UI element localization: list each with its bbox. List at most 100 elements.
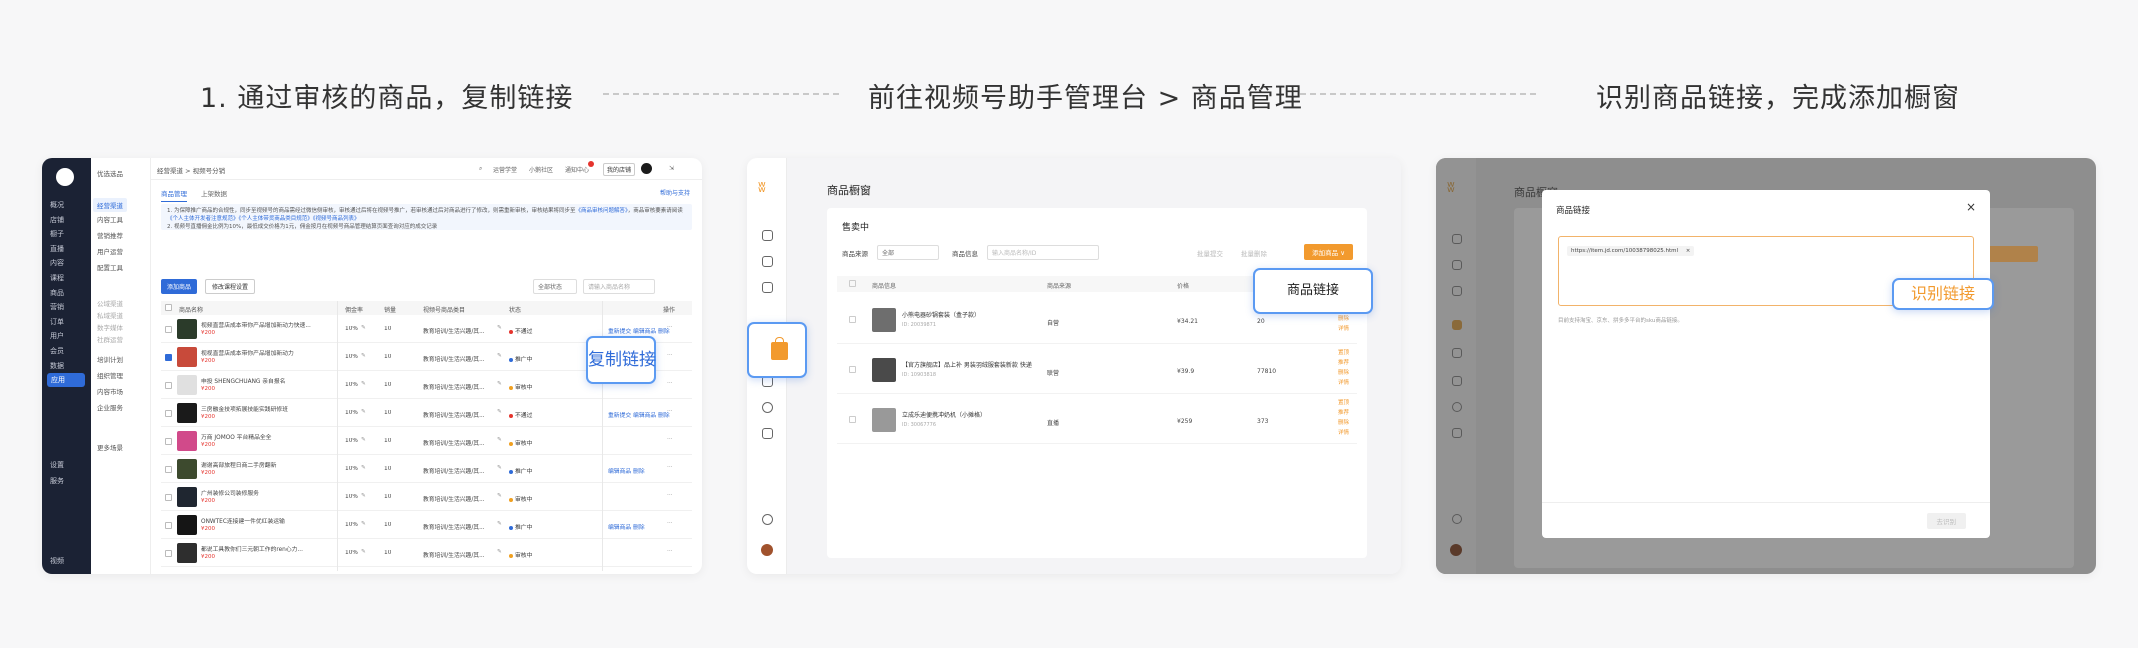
row-checkbox[interactable] (849, 366, 856, 373)
row-action-link[interactable]: 推荐 (1338, 408, 1349, 418)
row-actions[interactable]: 编辑商品 删除 (608, 466, 645, 475)
row-checkbox[interactable] (165, 410, 172, 417)
row-checkbox[interactable] (165, 550, 172, 557)
edit-icon[interactable]: ✎ (497, 521, 502, 527)
topbar-notice-link[interactable]: 通知中心 (565, 165, 589, 174)
more-icon[interactable]: ··· (667, 465, 673, 471)
sub-nav-item[interactable]: 组织管理 (97, 370, 123, 380)
sub-nav-item[interactable]: 内容市场 (97, 386, 123, 396)
recognize-button[interactable]: 去识别 (1926, 513, 1966, 529)
edit-icon[interactable]: ✎ (497, 381, 502, 387)
my-shop-button[interactable]: 我的店铺 (603, 163, 636, 176)
notice-link-4[interactable]: 《视频号商品列表》 (313, 216, 360, 222)
cloud-icon[interactable] (762, 428, 773, 439)
dark-nav-item[interactable]: 营销 (42, 300, 91, 314)
dark-nav-item[interactable]: 设置 (42, 458, 91, 472)
sub-nav-item[interactable]: 优选选品 (97, 168, 123, 178)
sub-nav-item[interactable]: 私域渠道 (97, 310, 123, 320)
topbar-community-link[interactable]: 小鹅社区 (529, 165, 553, 174)
row-action-link[interactable]: 详情 (1338, 378, 1349, 388)
table-row[interactable]: 都说工具教你们三元朝工作的ren心力... ¥200 10% ✎ 10 教育培训/生活兴趣… (161, 539, 692, 567)
sub-nav-item[interactable]: 经营渠道 (93, 198, 127, 212)
row-checkbox[interactable] (165, 494, 172, 501)
edit-icon[interactable]: ✎ (497, 353, 502, 359)
batch-settings-button[interactable]: 修改课程设置 (205, 279, 256, 294)
row-actions[interactable]: 编辑商品 删除 (608, 522, 645, 531)
edit-icon[interactable]: ✎ (361, 437, 366, 443)
table-row[interactable]: ONWTEC连接建一件优红装运输 ¥200 10% ✎ 10 教育培训/生活兴趣/其...… (161, 511, 692, 539)
row-checkbox[interactable] (165, 382, 172, 389)
message-icon[interactable] (762, 282, 773, 293)
dark-nav-item[interactable]: 数据 (42, 359, 91, 373)
more-icon[interactable]: ··· (667, 381, 673, 387)
product-menu-highlight[interactable] (747, 322, 807, 378)
edit-icon[interactable]: ✎ (497, 493, 502, 499)
add-product-button[interactable]: 添加商品 ∨ (1304, 244, 1353, 260)
sub-nav-item[interactable]: 公域渠道 (97, 298, 123, 308)
tab-listing-data[interactable]: 上架数据 (201, 188, 227, 198)
add-product-button[interactable]: 添加商品 (161, 279, 198, 294)
row-action-link[interactable]: 推荐 (1338, 358, 1349, 368)
notice-link-3[interactable]: 《个人主体带货商品类目规范》 (239, 216, 313, 222)
copy-link-callout[interactable]: 复制链接 (586, 336, 656, 384)
row-checkbox[interactable] (165, 326, 172, 333)
link-tag[interactable]: https://item.jd.com/10038798025.html × (1567, 246, 1695, 256)
more-icon[interactable]: ··· (667, 493, 673, 499)
edit-icon[interactable]: ✎ (361, 521, 366, 527)
sub-nav-item[interactable]: 配置工具 (97, 262, 123, 272)
dark-nav-item[interactable]: 订单 (42, 315, 91, 329)
table-row[interactable]: 万商 JOMOO 平台精品全全 ¥200 10% ✎ 10 教育培训/生活兴趣/其... ✎… (161, 427, 692, 455)
more-icon[interactable]: ··· (667, 325, 673, 331)
sub-nav-item[interactable]: 内容工具 (97, 214, 123, 224)
sub-nav-item[interactable]: 社群运营 (97, 334, 123, 344)
row-checkbox[interactable] (849, 416, 856, 423)
edit-icon[interactable]: ✎ (497, 465, 502, 471)
table-row[interactable]: 立成乐迪便携冲奶机（小摊格） ID: 30067776 直播 ¥259 373 置顶 推荐删… (837, 394, 1357, 444)
row-checkbox[interactable] (849, 316, 856, 323)
product-search-input[interactable]: 输入商品名称/ID (987, 245, 1099, 260)
row-action-link[interactable]: 删除 (1338, 314, 1349, 324)
camera-icon[interactable] (762, 256, 773, 267)
dark-nav-item[interactable]: 直播 (42, 242, 91, 256)
edit-icon[interactable]: ✎ (361, 549, 366, 555)
sidebar-footer[interactable]: 视频 (50, 556, 64, 566)
dark-nav-item[interactable]: 应用 (47, 373, 85, 388)
select-all-checkbox[interactable] (849, 280, 856, 287)
row-action-link[interactable]: 删除 (1338, 418, 1349, 428)
sub-nav-item[interactable]: 用户运营 (97, 246, 123, 256)
dark-nav-item[interactable]: 内容 (42, 256, 91, 270)
batch-submit-link[interactable]: 批量提交 (1197, 248, 1223, 258)
more-icon[interactable]: ··· (667, 549, 673, 555)
row-actions[interactable]: 重新提交 编辑商品 删除 (608, 410, 670, 419)
avatar[interactable] (641, 163, 652, 174)
row-checkbox[interactable] (165, 438, 172, 445)
source-filter-select[interactable]: 全部 (877, 245, 939, 260)
notice-link-1[interactable]: 《商品审核问题解答》 (576, 208, 628, 214)
edit-icon[interactable]: ✎ (361, 381, 366, 387)
table-row[interactable]: 【官方旗舰店】品上补 男装羽绒服套装新款 快递休闲 冬季加厚保暖 300g羽 ID… (837, 344, 1357, 394)
edit-icon[interactable]: ✎ (361, 325, 366, 331)
dark-nav-item[interactable]: 店铺 (42, 213, 91, 227)
edit-icon[interactable]: ✎ (497, 437, 502, 443)
edit-icon[interactable]: ✎ (361, 465, 366, 471)
expand-icon[interactable]: ⇲ (669, 165, 674, 172)
avatar[interactable] (761, 544, 773, 556)
table-row[interactable]: 广州装修公司装修服务 ¥200 10% ✎ 10 教育培训/生活兴趣/其... ✎ 审核中 ··… (161, 483, 692, 511)
status-filter-select[interactable]: 全部状态 (533, 279, 577, 294)
edit-icon[interactable]: ✎ (497, 325, 502, 331)
product-link-callout[interactable]: 商品链接 (1253, 268, 1373, 314)
row-action-link[interactable]: 详情 (1338, 324, 1349, 334)
table-row[interactable]: 三房融金技项拓展技能实践研修班 ¥200 10% ✎ 10 教育培训/生活兴趣/其... ✎… (161, 399, 692, 427)
edit-icon[interactable]: ✎ (361, 409, 366, 415)
sub-nav-item[interactable]: 企业服务 (97, 402, 123, 412)
bell-icon[interactable] (762, 514, 773, 525)
edit-icon[interactable]: ✎ (497, 409, 502, 415)
dark-nav-item[interactable]: 用户 (42, 329, 91, 343)
dark-nav-item[interactable]: 服务 (42, 474, 91, 488)
sub-nav-item[interactable]: 营销推荐 (97, 230, 123, 240)
row-action-link[interactable]: 置顶 (1338, 398, 1349, 408)
row-actions[interactable]: 重新提交 编辑商品 删除 (608, 326, 670, 335)
more-icon[interactable]: ··· (667, 353, 673, 359)
remove-tag-icon[interactable]: × (1686, 248, 1691, 254)
more-icon[interactable]: ··· (667, 437, 673, 443)
